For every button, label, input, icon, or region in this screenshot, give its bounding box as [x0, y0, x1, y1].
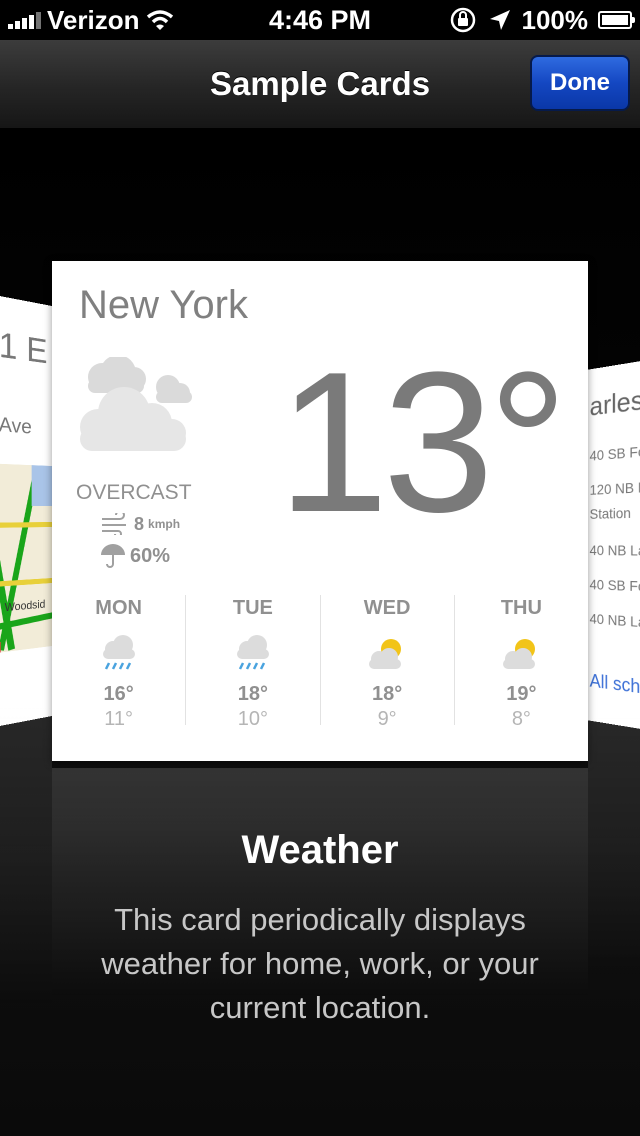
forecast-day: TUE 18° 10° — [185, 595, 319, 730]
battery-percent: 100% — [521, 4, 589, 35]
forecast-day-name: MON — [95, 597, 142, 619]
current-temperature: 13° — [277, 331, 568, 554]
right-card-title: arlesto — [589, 380, 640, 422]
forecast-low: 8° — [511, 708, 531, 730]
card-description: This card periodically displays weather … — [101, 902, 539, 1025]
transit-row: 40 NB La A — [589, 610, 640, 631]
transit-row: Station — [589, 504, 631, 522]
partly-sunny-icon — [503, 639, 536, 669]
forecast-low: 10° — [237, 708, 268, 730]
precipitation-info: 60% — [100, 543, 170, 569]
all-schedules-link[interactable]: All sched — [590, 670, 640, 701]
overcast-icon — [80, 357, 192, 451]
wind-icon — [102, 513, 126, 535]
card-carousel[interactable]: 1 E Ave Woodsid arlesto 40 SB Foot 120 N… — [0, 128, 640, 1136]
done-button[interactable]: Done — [530, 55, 630, 111]
forecast-day-name: THU — [500, 597, 542, 619]
carrier-group: Verizon — [8, 4, 175, 36]
traffic-card-preview[interactable]: 1 E Ave Woodsid — [0, 292, 52, 730]
wind-speed: 8 — [134, 513, 145, 534]
map-label: Woodsid — [4, 598, 46, 615]
forecast-row: MON 16° 11° TUE 18° 10° WED 18° 9° THU 1… — [52, 595, 588, 730]
rain-icon — [102, 635, 135, 670]
condition-label: OVERCAST — [76, 481, 192, 504]
card-title: Weather — [241, 828, 399, 872]
status-bar: Verizon 4:46 PM 100% — [0, 0, 640, 40]
wifi-icon — [147, 10, 174, 30]
signal-icon — [8, 11, 41, 29]
transit-row: 40 SB Foot — [589, 441, 640, 464]
wind-info: 8 kmph — [100, 513, 180, 535]
transit-card-preview[interactable]: arlesto 40 SB Foot 120 NB Ex Station 40 … — [586, 357, 640, 733]
umbrella-icon — [101, 544, 125, 568]
carrier-label: Verizon — [47, 4, 140, 35]
transit-row: 40 NB La A — [589, 541, 640, 559]
forecast-day-name: TUE — [232, 597, 273, 619]
forecast-high: 18° — [237, 683, 268, 705]
forecast-low: 9° — [377, 708, 397, 730]
forecast-day: MON 16° 11° — [52, 595, 185, 730]
location-arrow-icon — [489, 10, 510, 30]
forecast-high: 16° — [103, 683, 134, 705]
partly-sunny-icon — [369, 639, 402, 669]
wind-unit: kmph — [148, 517, 181, 531]
left-card-title: 1 E — [0, 325, 48, 372]
forecast-high: 19° — [506, 683, 537, 705]
forecast-day-name: WED — [363, 597, 411, 619]
transit-row: 40 SB Foot — [589, 576, 640, 596]
status-right-group: 100% — [448, 4, 635, 36]
rotation-lock-icon — [450, 7, 475, 33]
transit-row: 120 NB Ex — [589, 477, 640, 498]
rain-icon — [236, 635, 269, 670]
navigation-bar: Sample Cards Done — [0, 40, 640, 129]
battery-icon — [598, 11, 635, 29]
traffic-map: Woodsid — [0, 463, 52, 655]
forecast-high: 18° — [372, 683, 403, 705]
weather-card[interactable]: New York 13° OVERCAST 8 kmph 60% MON 16°… — [52, 261, 588, 761]
precipitation-value: 60% — [130, 544, 171, 567]
forecast-low: 11° — [104, 708, 133, 730]
city-name: New York — [79, 283, 248, 327]
left-card-street: Ave — [0, 413, 32, 439]
forecast-day: WED 18° 9° — [319, 595, 454, 730]
forecast-day: THU 19° 8° — [453, 595, 588, 730]
